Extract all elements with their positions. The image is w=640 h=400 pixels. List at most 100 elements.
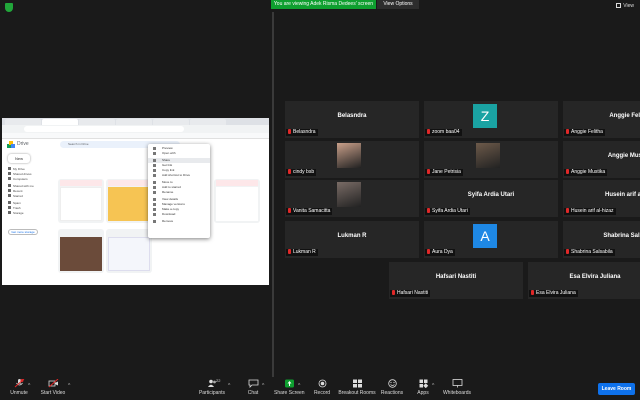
record-label: Record	[313, 390, 331, 396]
participant-display-name: Husein arif al-hi...	[604, 191, 640, 198]
participant-display-name: Anggie Felitha	[609, 112, 640, 119]
unmute-label: Unmute	[10, 390, 28, 396]
share-screen-label: Share Screen	[274, 390, 305, 396]
sidebar-item[interactable]: Computers	[8, 177, 50, 181]
participant-tile[interactable]: Lukman R Lukman R	[285, 221, 419, 258]
participant-tile[interactable]: Husein arif al-hi... Husein arif al-hizaz	[563, 180, 640, 217]
participant-tile[interactable]: Esa Elvira Juliana Esa Elvira Juliana	[528, 262, 640, 299]
participant-label-text: zoom baa04	[432, 129, 460, 135]
participant-tile[interactable]: cindy bsb	[285, 141, 419, 178]
participant-tile[interactable]: Jane Petrisia	[424, 141, 558, 178]
participant-photo	[476, 143, 500, 168]
participant-label-text: Anggie Felitha	[571, 129, 603, 135]
get-storage-button[interactable]: Get more storage	[8, 229, 38, 235]
new-button[interactable]: New	[8, 154, 30, 163]
mic-muted-icon	[392, 290, 395, 295]
participants-count: 22	[216, 378, 221, 383]
participant-name-label: Vanita Samacitta	[286, 208, 333, 215]
video-options-caret-icon[interactable]: ^	[68, 383, 70, 389]
view-options-button[interactable]: View Options	[377, 0, 419, 9]
record-button[interactable]: Record	[312, 379, 332, 400]
sidebar-item[interactable]: Spam	[8, 201, 50, 205]
participant-name-label: Anggie Felitha	[564, 129, 605, 136]
participant-name-label: cindy bsb	[286, 169, 317, 176]
mic-muted-icon	[566, 249, 569, 254]
apps-button[interactable]: Apps	[414, 379, 432, 400]
apps-icon	[419, 379, 428, 388]
participant-name-label: Jane Petrisia	[425, 169, 463, 176]
whiteboards-button[interactable]: Whiteboards	[442, 379, 472, 400]
file-card[interactable]	[106, 179, 152, 223]
sidebar-item[interactable]: Shared drives	[8, 172, 50, 176]
sidebar-item[interactable]: Recent	[8, 189, 50, 193]
participants-caret-icon[interactable]: ^	[228, 383, 230, 389]
participant-label-text: Hafsari Nastiti	[397, 290, 429, 296]
context-menu: Preview Open with Share Get link Copy li…	[148, 144, 210, 238]
participant-tile[interactable]: Anggie Felitha Anggie Felitha	[563, 101, 640, 138]
drive-title: Drive	[17, 141, 29, 147]
participant-name-label: zoom baa04	[425, 129, 462, 136]
participant-name-label: Aura Dya	[425, 249, 455, 256]
participant-tile[interactable]: Shabrina Salsabila Shabrina Salsabila	[563, 221, 640, 258]
sidebar-item[interactable]: Trash	[8, 206, 50, 210]
participant-label-text: Shabrina Salsabila	[571, 249, 613, 255]
search-placeholder: Search in Drive	[68, 142, 89, 146]
participant-tile[interactable]: Syifa Ardia Utari Syifa Ardia Utari	[424, 180, 558, 217]
participant-tile[interactable]: Zzoom baa04	[424, 101, 558, 138]
reactions-button[interactable]: Reactions	[380, 379, 404, 400]
mic-muted-icon	[566, 129, 569, 134]
apps-caret-icon[interactable]: ^	[432, 383, 434, 389]
security-shield-icon[interactable]	[5, 3, 13, 12]
mic-muted-icon	[288, 249, 291, 254]
start-video-button[interactable]: Start Video	[38, 379, 68, 400]
zoom-window: You are viewing Adek Risma Dedees' scree…	[0, 0, 640, 400]
context-menu-item[interactable]: Add shortcut to Drive	[148, 173, 210, 178]
reactions-icon	[387, 379, 397, 388]
file-card[interactable]	[58, 179, 104, 223]
participant-photo	[337, 182, 361, 207]
mic-muted-icon	[427, 169, 430, 174]
participant-label-text: Syifa Ardia Utari	[432, 208, 468, 214]
participant-tile[interactable]: Hafsari Nastiti Hafsari Nastiti	[389, 262, 523, 299]
participant-avatar: Z	[473, 104, 497, 128]
participant-label-text: Vanita Samacitta	[293, 208, 331, 214]
participant-tile[interactable]: Anggie Mustika Anggie Mustika	[563, 141, 640, 178]
shared-screen[interactable]: Drive Search in Drive New My Drive Share…	[2, 118, 269, 285]
file-card[interactable]	[106, 229, 152, 273]
view-button[interactable]: View	[616, 2, 634, 10]
drive-header: Drive Search in Drive	[2, 139, 269, 151]
context-menu-item[interactable]: Remove	[148, 219, 210, 224]
mic-muted-icon	[288, 169, 291, 174]
browser-address-bar	[2, 125, 269, 133]
sidebar-item[interactable]: Starred	[8, 194, 50, 198]
split-divider[interactable]	[272, 12, 274, 377]
chat-caret-icon[interactable]: ^	[262, 383, 264, 389]
sidebar-item[interactable]: Storage	[8, 211, 50, 215]
context-menu-item[interactable]: Open with	[148, 151, 210, 156]
participant-name-label: Belasndra	[286, 129, 318, 136]
participant-tile[interactable]: Vanita Samacitta	[285, 180, 419, 217]
file-card[interactable]	[58, 229, 104, 273]
leave-room-button[interactable]: Leave Room	[598, 383, 635, 395]
context-menu-item[interactable]: Download	[148, 212, 210, 217]
mic-muted-icon	[288, 208, 291, 213]
share-caret-icon[interactable]: ^	[298, 383, 300, 389]
meeting-toolbar: Unmute ^ Start Video ^ Participants 22 ^…	[0, 377, 640, 400]
participant-avatar: A	[473, 224, 497, 248]
sidebar-item[interactable]: My Drive	[8, 167, 50, 171]
audio-options-caret-icon[interactable]: ^	[28, 383, 30, 389]
participant-name-label: Shabrina Salsabila	[564, 249, 615, 256]
participants-button[interactable]: Participants	[197, 379, 227, 400]
unmute-button[interactable]: Unmute	[8, 379, 30, 400]
participant-tile[interactable]: A Aura Dya	[424, 221, 558, 258]
sidebar-item[interactable]: Shared with me	[8, 184, 50, 188]
context-menu-item[interactable]: Rename	[148, 190, 210, 195]
mic-muted-icon	[531, 290, 534, 295]
file-card[interactable]	[214, 179, 260, 223]
chat-button[interactable]: Chat	[244, 379, 262, 400]
breakout-rooms-button[interactable]: Breakout Rooms	[338, 379, 376, 400]
participant-label-text: Jane Petrisia	[432, 169, 461, 175]
drive-sidebar: New My Drive Shared drives Computers Sha…	[2, 151, 52, 285]
participant-name-label: Syifa Ardia Utari	[425, 208, 470, 215]
participant-tile[interactable]: Belasndra Belasndra	[285, 101, 419, 138]
